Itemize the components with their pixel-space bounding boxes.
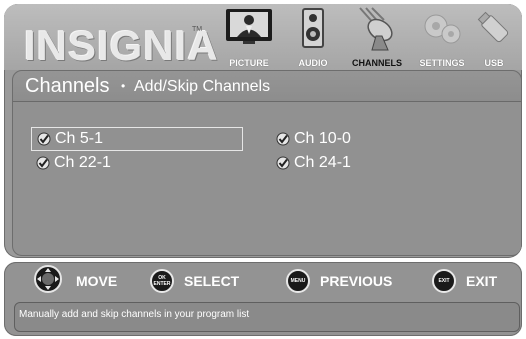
status-text: Manually add and skip channels in your p… xyxy=(19,309,250,320)
help-bar: MOVE OK ENTER SELECT MENU PREVIOUS EXIT … xyxy=(4,262,522,336)
channel-item-ch-10-0[interactable]: Ch 10-0 xyxy=(271,127,471,151)
checkmark-icon xyxy=(36,156,50,170)
hint-exit-label: EXIT xyxy=(466,273,498,289)
tab-settings[interactable]: SETTINGS xyxy=(414,4,470,70)
tab-usb[interactable]: USB xyxy=(470,4,518,70)
tab-channels-label: CHANNELS xyxy=(351,58,402,68)
page-title: Channels xyxy=(25,75,110,97)
checkmark-icon xyxy=(276,132,290,146)
menu-button-icon: MENU xyxy=(286,269,310,293)
checkmark-icon xyxy=(37,132,51,146)
tab-audio-label: AUDIO xyxy=(298,58,328,68)
menu-text: MENU xyxy=(290,278,306,284)
status-bar: Manually add and skip channels in your p… xyxy=(14,302,520,332)
insignia-logo: INSIGNIA xyxy=(24,22,219,69)
exit-button-icon: EXIT xyxy=(432,269,456,293)
tv-picture-icon xyxy=(225,8,273,49)
usb-stick-icon xyxy=(477,10,511,51)
channel-item-ch-24-1[interactable]: Ch 24-1 xyxy=(271,151,471,175)
checkmark-icon xyxy=(276,156,290,170)
tab-audio[interactable]: AUDIO xyxy=(288,4,338,70)
ok-enter-button-icon: OK ENTER xyxy=(150,269,174,293)
hint-select-label: SELECT xyxy=(184,273,240,289)
page-subtitle: Add/Skip Channels xyxy=(134,78,271,95)
tab-channels[interactable]: CHANNELS xyxy=(340,4,414,70)
panel-header: Channels • Add/Skip Channels xyxy=(13,71,521,102)
hint-previous: MENU PREVIOUS xyxy=(286,268,392,294)
menu-window: INSIGNIA TM PICTURE AUDIO CHANNELS SETTI… xyxy=(4,4,522,258)
top-bar: INSIGNIA TM PICTURE AUDIO CHANNELS SETTI… xyxy=(4,4,522,70)
hint-move: MOVE xyxy=(34,264,118,294)
title-separator: • xyxy=(121,79,126,93)
enter-text: ENTER xyxy=(153,281,171,287)
channel-label: Ch 5-1 xyxy=(55,130,104,147)
trademark-mark: TM xyxy=(192,26,203,33)
channel-label: Ch 22-1 xyxy=(54,154,111,171)
hint-exit: EXIT EXIT xyxy=(432,268,497,294)
channel-label: Ch 10-0 xyxy=(294,130,351,147)
channel-item-ch-5-1[interactable]: Ch 5-1 xyxy=(31,127,243,151)
speaker-icon xyxy=(302,8,324,53)
satellite-dish-icon xyxy=(354,6,400,57)
tab-settings-label: SETTINGS xyxy=(419,58,465,68)
channel-label: Ch 24-1 xyxy=(294,154,351,171)
tab-usb-label: USB xyxy=(484,58,504,68)
gears-icon xyxy=(422,10,462,51)
hint-select: OK ENTER SELECT xyxy=(150,268,239,294)
channel-item-ch-22-1[interactable]: Ch 22-1 xyxy=(31,151,243,175)
exit-text: EXIT xyxy=(438,278,450,284)
hint-previous-label: PREVIOUS xyxy=(320,273,393,289)
tab-picture[interactable]: PICTURE xyxy=(218,4,280,70)
channels-panel: Channels • Add/Skip Channels Ch 5-1 Ch 1… xyxy=(12,70,522,256)
hint-move-label: MOVE xyxy=(76,273,118,289)
dpad-icon xyxy=(34,264,62,298)
tab-picture-label: PICTURE xyxy=(229,58,269,68)
